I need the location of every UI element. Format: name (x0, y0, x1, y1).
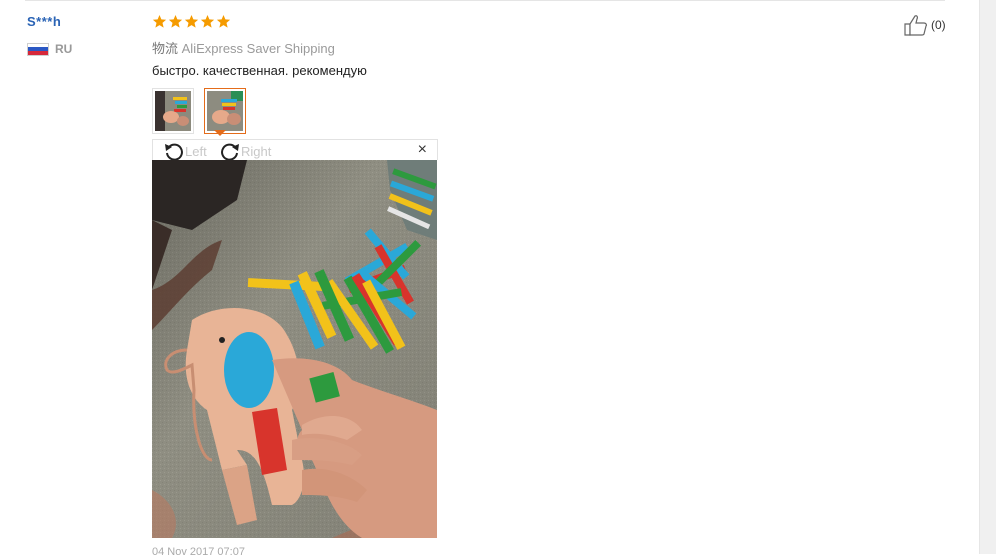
photo-thumbnail[interactable] (152, 88, 194, 134)
photo-thumbnail-selected[interactable] (204, 88, 246, 134)
star-icon (216, 14, 231, 28)
star-icon (168, 14, 183, 28)
country-code: RU (55, 42, 73, 56)
image-viewer-toolbar: Left Right × (152, 139, 438, 161)
close-icon[interactable]: × (418, 141, 427, 159)
review-photo[interactable] (152, 160, 437, 538)
photo-thumbnails (152, 88, 246, 134)
review-photo-image (152, 160, 437, 538)
reviewer-country: RU (27, 42, 72, 56)
shipping-label: 物流 (152, 41, 179, 56)
rotate-left-label: Left (185, 143, 207, 159)
star-rating (152, 14, 231, 29)
top-divider (25, 0, 945, 1)
thumbs-up-icon (904, 15, 927, 36)
star-icon (200, 14, 215, 28)
star-icon (184, 14, 199, 28)
helpful-button[interactable]: (0) (904, 14, 946, 36)
helpful-count: (0) (931, 18, 946, 32)
russia-flag-icon (27, 42, 49, 56)
shipping-method: AliExpress Saver Shipping (181, 41, 335, 56)
rotate-left-icon (165, 143, 183, 161)
review-text: быстро. качественная. рекомендую (152, 63, 367, 78)
review-date: 04 Nov 2017 07:07 (152, 546, 245, 558)
star-icon (152, 14, 167, 28)
selected-thumbnail-caret (214, 130, 226, 136)
reviewer-name[interactable]: S***h (27, 14, 61, 29)
rotate-right-label: Right (241, 143, 272, 159)
thumbnail-image (155, 91, 191, 131)
shipping-info: 物流 AliExpress Saver Shipping (152, 38, 335, 57)
thumbnail-image (207, 91, 243, 131)
rotate-right-button[interactable]: Right (219, 141, 271, 161)
rotate-right-icon (221, 143, 239, 161)
page-scrollbar[interactable] (979, 0, 996, 554)
rotate-left-button[interactable]: Left (163, 141, 207, 161)
